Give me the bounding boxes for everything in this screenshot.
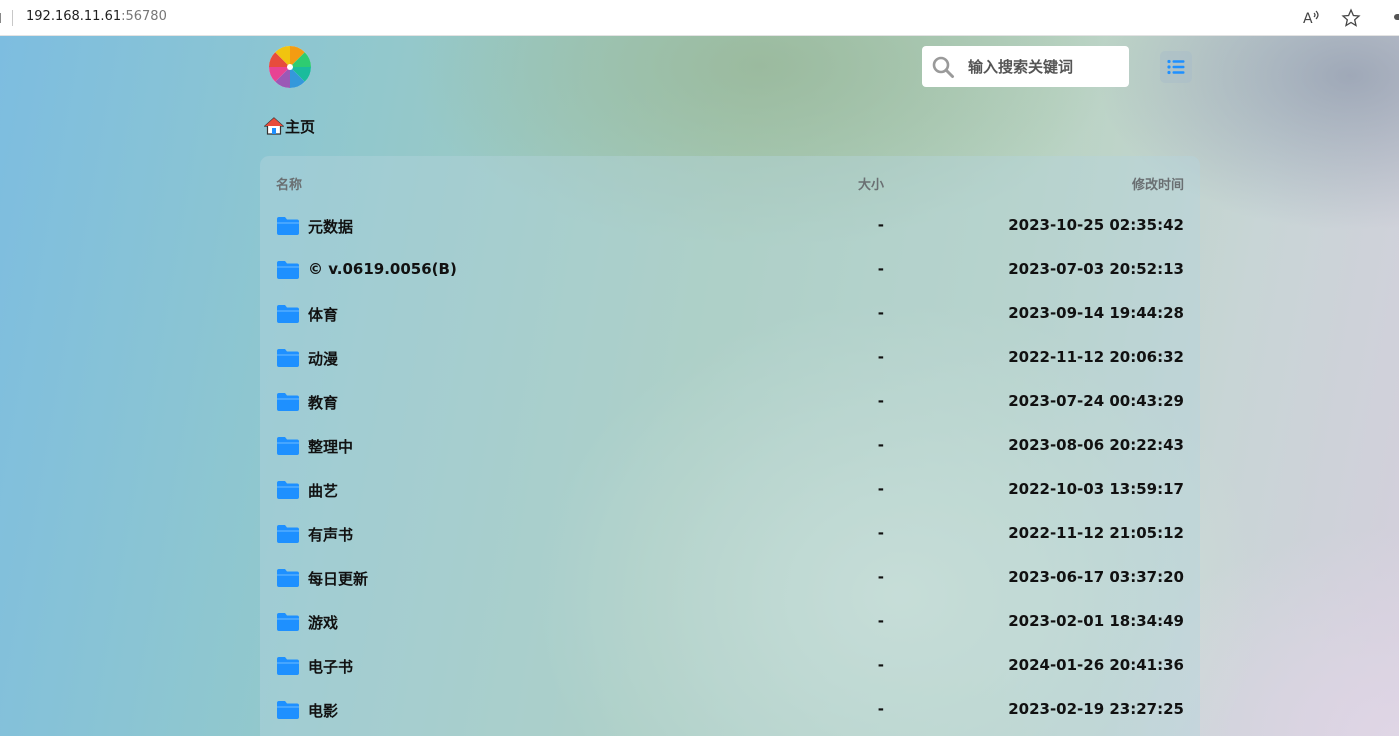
file-name[interactable]: 游戏 (308, 612, 338, 633)
column-header-modified[interactable]: 修改时间 (1132, 174, 1184, 193)
folder-icon (277, 481, 299, 499)
folder-icon (277, 437, 299, 455)
list-view-button[interactable] (1160, 51, 1192, 83)
file-name[interactable]: 动漫 (308, 348, 338, 369)
address-bar-separator (12, 10, 13, 26)
file-row[interactable]: 曲艺 - 2022-10-03 13:59:17 (260, 468, 1200, 512)
file-size: - (877, 436, 884, 454)
file-name[interactable]: 曲艺 (308, 480, 338, 501)
file-modified-time: 2023-07-24 00:43:29 (1008, 392, 1184, 410)
file-modified-time: 2023-06-17 03:37:20 (1008, 568, 1184, 586)
file-row[interactable]: 教育 - 2023-07-24 00:43:29 (260, 380, 1200, 424)
folder-icon (277, 701, 299, 719)
search-input[interactable] (966, 54, 1120, 80)
folder-icon (277, 349, 299, 367)
folder-icon (277, 305, 299, 323)
url-host: 192.168.11.61 (26, 9, 122, 24)
url-port: :56780 (121, 9, 167, 24)
search-box[interactable] (922, 46, 1129, 87)
svg-text:A: A (1303, 11, 1313, 27)
folder-icon (277, 217, 299, 235)
file-name[interactable]: 整理中 (308, 436, 353, 457)
file-name[interactable]: 有声书 (308, 524, 353, 545)
file-modified-time: 2024-01-26 20:41:36 (1008, 656, 1184, 674)
file-modified-time: 2023-09-14 19:44:28 (1008, 304, 1184, 322)
file-modified-time: 2023-08-06 20:22:43 (1008, 436, 1184, 454)
file-name[interactable]: 每日更新 (308, 568, 368, 589)
file-name[interactable]: 电子书 (308, 656, 353, 677)
file-row[interactable]: 整理中 - 2023-08-06 20:22:43 (260, 424, 1200, 468)
file-name[interactable]: 元数据 (308, 216, 353, 237)
list-icon (1167, 59, 1185, 75)
file-size: - (877, 656, 884, 674)
file-row[interactable]: 每日更新 - 2023-06-17 03:37:20 (260, 556, 1200, 600)
file-list-header: 名称 大小 修改时间 (260, 174, 1200, 194)
file-size: - (877, 260, 884, 278)
star-icon[interactable] (1340, 7, 1362, 29)
file-size: - (877, 480, 884, 498)
file-size: - (877, 612, 884, 630)
file-modified-time: 2022-11-12 20:06:32 (1008, 348, 1184, 366)
folder-icon (277, 613, 299, 631)
file-size: - (877, 568, 884, 586)
file-modified-time: 2022-10-03 13:59:17 (1008, 480, 1184, 498)
file-row[interactable]: 体育 - 2023-09-14 19:44:28 (260, 292, 1200, 336)
file-name[interactable]: © v.0619.0056(B) (308, 260, 457, 278)
folder-icon (277, 393, 299, 411)
column-header-name[interactable]: 名称 (276, 174, 302, 193)
folder-icon (277, 569, 299, 587)
folder-icon (277, 261, 299, 279)
back-edge-indicator (0, 13, 4, 23)
file-size: - (877, 392, 884, 410)
column-header-size[interactable]: 大小 (858, 174, 884, 193)
address-url[interactable]: 192.168.11.61:56780 (26, 9, 167, 24)
file-row[interactable]: 元数据 - 2023-10-25 02:35:42 (260, 204, 1200, 248)
file-name[interactable]: 教育 (308, 392, 338, 413)
file-name[interactable]: 电影 (308, 700, 338, 721)
file-row[interactable]: 有声书 - 2022-11-12 21:05:12 (260, 512, 1200, 556)
read-aloud-icon[interactable]: A (1300, 7, 1322, 29)
search-icon (932, 56, 954, 78)
file-modified-time: 2023-10-25 02:35:42 (1008, 216, 1184, 234)
breadcrumb[interactable]: 主页 (264, 115, 315, 137)
file-size: - (877, 216, 884, 234)
file-modified-time: 2023-02-19 23:27:25 (1008, 700, 1184, 718)
folder-icon (277, 657, 299, 675)
file-name[interactable]: 体育 (308, 304, 338, 325)
home-icon (264, 117, 284, 135)
file-size: - (877, 304, 884, 322)
file-row[interactable]: © v.0619.0056(B) - 2023-07-03 20:52:13 (260, 248, 1200, 292)
file-row[interactable]: 电影 - 2023-02-19 23:27:25 (260, 688, 1200, 732)
folder-icon (277, 525, 299, 543)
file-size: - (877, 700, 884, 718)
file-modified-time: 2023-07-03 20:52:13 (1008, 260, 1184, 278)
file-row[interactable]: 电子书 - 2024-01-26 20:41:36 (260, 644, 1200, 688)
file-row[interactable]: 游戏 - 2023-02-01 18:34:49 (260, 600, 1200, 644)
file-size: - (877, 348, 884, 366)
file-modified-time: 2022-11-12 21:05:12 (1008, 524, 1184, 542)
file-size: - (877, 524, 884, 542)
profile-edge-indicator (1394, 14, 1399, 20)
app-logo[interactable] (268, 45, 312, 89)
file-list: 元数据 - 2023-10-25 02:35:42 © v.0619.0056(… (260, 204, 1200, 732)
file-modified-time: 2023-02-01 18:34:49 (1008, 612, 1184, 630)
breadcrumb-home-label[interactable]: 主页 (285, 116, 315, 137)
browser-address-bar: 192.168.11.61:56780 A (0, 0, 1399, 36)
file-row[interactable]: 动漫 - 2022-11-12 20:06:32 (260, 336, 1200, 380)
